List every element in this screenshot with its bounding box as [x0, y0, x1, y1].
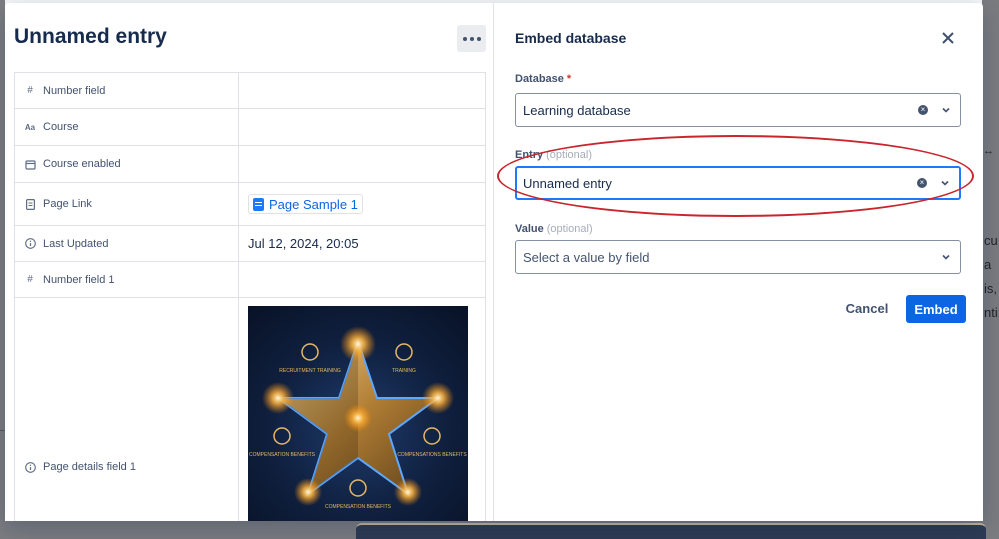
table-row: Last Updated Jul 12, 2024, 20:05	[15, 226, 485, 262]
field-name-cell: # Number field 1	[15, 262, 239, 297]
bg-text-line: a	[984, 257, 992, 272]
database-label: Database *	[515, 73, 571, 85]
table-row: Aa Course	[15, 109, 485, 146]
hash-icon: #	[27, 274, 33, 285]
close-icon	[942, 32, 954, 44]
more-dot	[462, 36, 467, 41]
field-name-cell: Page details field 1	[15, 298, 239, 521]
value-label: Value (optional)	[515, 223, 593, 235]
info-icon	[24, 461, 36, 473]
bg-text-line: nti:	[984, 305, 999, 320]
field-value-cell[interactable]	[240, 146, 485, 182]
more-dot	[476, 36, 481, 41]
page-link[interactable]: Page Sample 1	[248, 194, 363, 214]
dialog-title: Embed database	[515, 30, 627, 46]
info-icon	[24, 238, 36, 250]
field-name-cell: Page Link	[15, 183, 239, 225]
embed-form-pane: Embed database Database * Learning databa…	[495, 3, 983, 521]
underlying-page-bottom	[0, 521, 999, 539]
entry-title: Unnamed entry	[14, 25, 167, 48]
bg-text-line: is,	[984, 281, 997, 296]
value-placeholder: Select a value by field	[523, 249, 650, 265]
field-value-cell[interactable]	[240, 73, 485, 108]
resize-arrows-icon: ↔	[983, 145, 994, 157]
chevron-down-icon	[942, 254, 950, 260]
database-select[interactable]: Learning database ×	[515, 93, 961, 127]
entry-fields-table: # Number field Aa Course Course enabled	[14, 72, 486, 521]
clear-icon[interactable]: ×	[918, 105, 928, 115]
required-marker: *	[566, 73, 572, 85]
cancel-button[interactable]: Cancel	[840, 295, 894, 321]
image-label: RECRUITMENT TRAINING	[279, 368, 341, 374]
bg-text-line: cu	[984, 233, 998, 248]
embed-button[interactable]: Embed	[906, 295, 966, 323]
table-row: # Number field	[15, 73, 485, 109]
image-label: COMPENSATION BENEFITS	[325, 504, 392, 510]
field-label: Page Link	[43, 198, 92, 210]
value-select[interactable]: Select a value by field	[515, 240, 961, 274]
table-row: Page Link Page Sample 1	[15, 183, 485, 226]
field-name-cell: # Number field	[15, 73, 239, 108]
field-name-cell: Aa Course	[15, 109, 239, 145]
table-row: # Number field 1	[15, 262, 485, 298]
entry-preview-pane: Unnamed entry # Number field Aa Course C…	[5, 3, 494, 521]
field-value: Jul 12, 2024, 20:05	[248, 236, 359, 251]
banner-strip	[356, 523, 986, 539]
image-label: COMPENSATION BENEFITS	[249, 452, 316, 458]
document-icon	[253, 197, 264, 211]
text-icon: Aa	[24, 122, 36, 132]
field-value-cell[interactable]	[240, 109, 485, 145]
underlying-page-text: cu a is, nti:	[982, 0, 999, 539]
page-link-label: Page Sample 1	[269, 196, 358, 212]
optional-marker: (optional)	[546, 223, 593, 235]
image-label: COMPENSATIONS BENEFITS	[397, 452, 467, 458]
field-value-cell: Page Sample 1	[240, 183, 485, 225]
image-label: TRAINING	[392, 368, 416, 374]
annotation-highlight-oval	[497, 135, 974, 217]
database-label-text: Database	[515, 73, 564, 85]
table-row: Page details field 1 RECRUITMENT TRAININ…	[15, 298, 485, 521]
database-value: Learning database	[523, 102, 631, 118]
embed-database-modal: Unnamed entry # Number field Aa Course C…	[5, 3, 983, 521]
field-value-cell: Jul 12, 2024, 20:05	[240, 226, 485, 261]
star-image: RECRUITMENT TRAINING TRAINING COMPENSATI…	[248, 306, 468, 521]
field-label: Number field	[43, 84, 106, 97]
field-label: Last Updated	[43, 237, 109, 250]
calendar-icon	[24, 158, 36, 170]
value-label-text: Value	[515, 223, 544, 235]
more-dot	[469, 36, 474, 41]
field-label: Course	[43, 121, 79, 133]
field-label: Number field 1	[43, 273, 115, 286]
field-label: Page details field 1	[43, 461, 136, 473]
hash-icon: #	[27, 85, 33, 96]
page-icon	[24, 198, 36, 210]
chevron-down-icon	[942, 107, 950, 113]
field-label: Course enabled	[43, 158, 121, 170]
table-row: Course enabled	[15, 146, 485, 183]
field-value-cell[interactable]	[240, 262, 485, 297]
field-name-cell: Course enabled	[15, 146, 239, 182]
field-name-cell: Last Updated	[15, 226, 239, 261]
close-button[interactable]	[937, 27, 959, 49]
more-actions-button[interactable]	[457, 25, 486, 52]
